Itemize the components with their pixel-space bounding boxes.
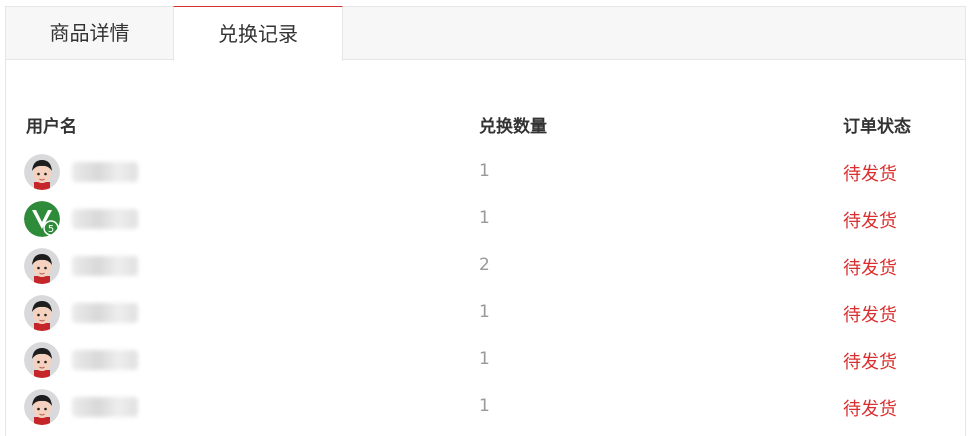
order-status-badge: 待发货 [843,164,897,185]
header-quantity: 兑换数量 [479,117,547,137]
username-redacted [72,303,138,323]
boy-avatar-icon[interactable] [24,248,60,284]
tab-product-details[interactable]: 商品详情 [6,6,173,60]
order-status-badge: 待发货 [843,352,897,373]
username-redacted [72,350,138,370]
quantity-value: 1 [479,349,490,369]
order-status-badge: 待发货 [843,305,897,326]
table-row: 1 待发货 [0,152,971,192]
tab-exchange-records[interactable]: 兑换记录 [173,6,343,61]
username-redacted [72,256,138,276]
boy-avatar-icon[interactable] [24,342,60,378]
quantity-value: 1 [479,302,490,322]
quantity-value: 1 [479,208,490,228]
table-row: 5 1 待发货 [0,199,971,239]
quantity-value: 1 [479,396,490,416]
table-row: 1 待发货 [0,340,971,380]
header-order-status: 订单状态 [843,117,911,137]
quantity-value: 2 [479,255,490,275]
boy-avatar-icon[interactable] [24,389,60,425]
username-redacted [72,397,138,417]
tab-bar: 商品详情 兑换记录 [6,6,965,61]
order-status-badge: 待发货 [843,258,897,279]
order-status-badge: 待发货 [843,399,897,420]
table-row: 1 待发货 [0,387,971,427]
v5-badge-avatar-icon[interactable]: 5 [24,201,60,237]
order-status-badge: 待发货 [843,211,897,232]
table-row: 1 待发货 [0,293,971,333]
boy-avatar-icon[interactable] [24,154,60,190]
header-username: 用户名 [26,117,77,137]
boy-avatar-icon[interactable] [24,295,60,331]
quantity-value: 1 [479,161,490,181]
username-redacted [72,209,138,229]
username-redacted [72,162,138,182]
svg-text:5: 5 [48,224,54,235]
table-row: 2 待发货 [0,246,971,286]
